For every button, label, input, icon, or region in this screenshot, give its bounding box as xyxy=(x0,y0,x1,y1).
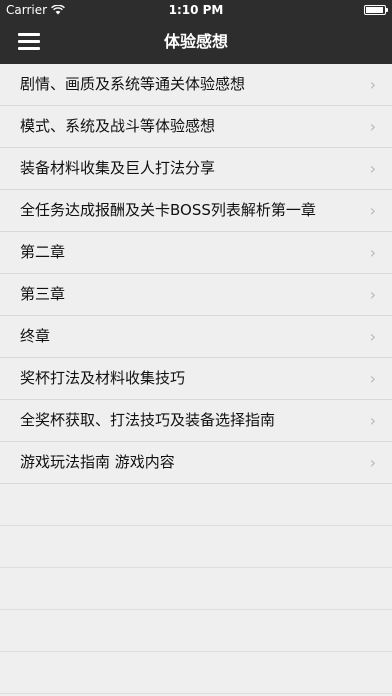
chevron-right-icon: › xyxy=(369,75,376,94)
chevron-right-icon: › xyxy=(369,453,376,472)
chevron-right-icon: › xyxy=(369,159,376,178)
battery-icon xyxy=(364,5,388,15)
list-item-label: 奖杯打法及材料收集技巧 xyxy=(20,369,186,387)
status-bar: Carrier 1:10 PM xyxy=(0,0,392,20)
list-item-label: 剧情、画质及系统等通关体验感想 xyxy=(20,75,246,93)
chevron-right-icon: › xyxy=(369,411,376,430)
list-item-label: 终章 xyxy=(20,327,51,345)
list-item-label: 装备材料收集及巨人打法分享 xyxy=(20,159,216,177)
empty-row xyxy=(0,526,392,568)
empty-row xyxy=(0,652,392,694)
chevron-right-icon: › xyxy=(369,327,376,346)
list-item[interactable]: 终章 › xyxy=(0,316,392,358)
article-list: 剧情、画质及系统等通关体验感想 › 模式、系统及战斗等体验感想 › 装备材料收集… xyxy=(0,64,392,694)
chevron-right-icon: › xyxy=(369,117,376,136)
empty-row xyxy=(0,610,392,652)
navigation-bar: 体验感想 xyxy=(0,20,392,64)
list-item-label: 全奖杯获取、打法技巧及装备选择指南 xyxy=(20,411,276,429)
empty-row xyxy=(0,568,392,610)
list-item-label: 模式、系统及战斗等体验感想 xyxy=(20,117,216,135)
list-item[interactable]: 全任务达成报酬及关卡BOSS列表解析第一章 › xyxy=(0,190,392,232)
list-item-label: 第二章 xyxy=(20,243,66,261)
list-item[interactable]: 游戏玩法指南 游戏内容 › xyxy=(0,442,392,484)
list-item[interactable]: 第三章 › xyxy=(0,274,392,316)
list-item[interactable]: 奖杯打法及材料收集技巧 › xyxy=(0,358,392,400)
list-item[interactable]: 剧情、画质及系统等通关体验感想 › xyxy=(0,64,392,106)
list-item-label: 第三章 xyxy=(20,285,66,303)
list-item-label: 全任务达成报酬及关卡BOSS列表解析第一章 xyxy=(20,201,316,219)
list-item[interactable]: 装备材料收集及巨人打法分享 › xyxy=(0,148,392,190)
list-item-label: 游戏玩法指南 游戏内容 xyxy=(20,453,175,471)
chevron-right-icon: › xyxy=(369,201,376,220)
status-time: 1:10 PM xyxy=(168,3,224,17)
chevron-right-icon: › xyxy=(369,369,376,388)
chevron-right-icon: › xyxy=(369,243,376,262)
page-title: 体验感想 xyxy=(163,32,228,51)
list-item[interactable]: 模式、系统及战斗等体验感想 › xyxy=(0,106,392,148)
list-item[interactable]: 全奖杯获取、打法技巧及装备选择指南 › xyxy=(0,400,392,442)
list-item[interactable]: 第二章 › xyxy=(0,232,392,274)
chevron-right-icon: › xyxy=(369,285,376,304)
empty-row xyxy=(0,484,392,526)
